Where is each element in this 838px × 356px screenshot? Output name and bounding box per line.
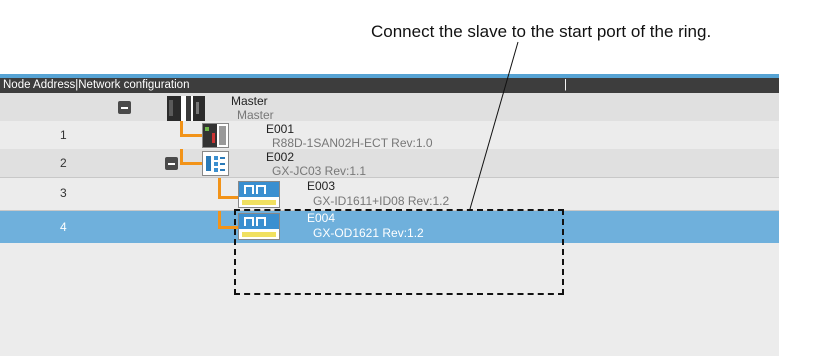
node-address: 1 [60,128,67,142]
node-model: GX-JC03 Rev:1.1 [272,164,367,178]
node-address-column-header[interactable]: Node Address [3,79,75,91]
connection-line [218,196,238,199]
column-header: Node Address|Network configuration | [0,78,779,93]
node-row-master[interactable]: Master Master [0,93,779,122]
node-model: R88D-1SAN02H-ECT Rev:1.0 [272,136,433,150]
annotation-callout: Connect the slave to the start port of t… [371,22,712,41]
node-address: 2 [60,156,67,170]
connection-line [180,162,202,165]
row-divider [0,177,779,178]
junction-slave-icon [202,151,229,176]
node-name: E003 [307,179,336,193]
node-row-e001[interactable]: 1 E001 R88D-1SAN02H-ECT Rev:1.0 [0,121,779,150]
node-address: 3 [60,186,67,200]
collapse-icon[interactable] [118,101,131,114]
node-row-e003[interactable]: 3 E003 GX-ID1611+ID08 Rev:1.2 [0,177,779,210]
network-configuration-column-header[interactable]: Network configuration [78,79,189,91]
node-address: 4 [60,220,67,234]
collapse-icon[interactable] [165,157,178,170]
node-name: Master [231,94,268,108]
servo-drive-icon [202,123,229,148]
column-resize-handle[interactable]: | [564,78,567,93]
node-name: E001 [266,122,295,136]
digital-io-icon [238,181,280,208]
node-model: GX-ID1611+ID08 Rev:1.2 [313,194,450,208]
connection-line [180,134,202,137]
node-model: Master [237,108,274,122]
highlight-box [234,209,564,295]
plc-master-icon [167,96,205,121]
node-name: E002 [266,150,295,164]
node-row-e002[interactable]: 2 E002 GX-JC03 Rev:1.1 [0,149,779,178]
